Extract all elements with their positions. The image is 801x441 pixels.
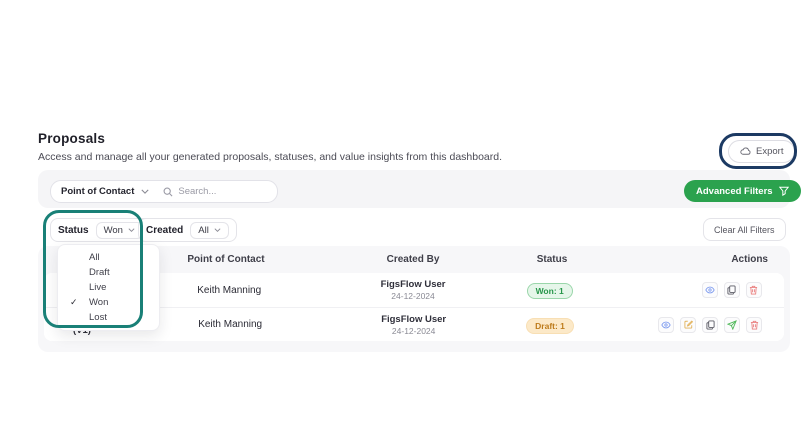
chevron-down-icon	[214, 228, 221, 232]
delete-button[interactable]	[746, 316, 762, 333]
created-filter-label: Created	[146, 224, 184, 236]
filter-funnel-icon	[778, 186, 789, 196]
column-header-created-by: Created By	[386, 254, 440, 265]
point-of-contact: Keith Manning	[197, 284, 262, 296]
export-label: Export	[756, 146, 784, 157]
chevron-down-icon[interactable]	[141, 189, 149, 194]
eye-icon	[705, 286, 715, 294]
created-filter-group: Created All	[138, 218, 237, 242]
export-button[interactable]: Export	[728, 140, 796, 163]
column-header-actions: Actions	[731, 254, 768, 265]
edit-button[interactable]	[680, 316, 696, 333]
view-button[interactable]	[658, 316, 674, 333]
search-icon	[163, 187, 173, 197]
trash-icon	[750, 285, 758, 295]
status-option-live[interactable]: Live	[58, 280, 159, 295]
created-by: FigsFlow User	[381, 313, 447, 325]
page-title: Proposals	[38, 131, 106, 146]
status-value: Won	[103, 224, 123, 236]
copy-button[interactable]	[702, 316, 718, 333]
status-dropdown-menu: All Draft Live ✓ Won Lost	[57, 244, 160, 331]
edit-pencil-icon	[683, 320, 693, 329]
advanced-filters-button[interactable]: Advanced Filters	[684, 180, 801, 202]
contact-filter-dropdown[interactable]: Point of Contact	[61, 186, 134, 197]
advanced-filters-label: Advanced Filters	[696, 185, 773, 197]
status-filter-label: Status	[58, 224, 89, 236]
copy-icon	[705, 320, 715, 329]
created-value-dropdown[interactable]: All	[190, 221, 229, 239]
column-header-status: Status	[536, 254, 568, 265]
cloud-export-icon	[740, 147, 751, 156]
trash-icon	[750, 320, 758, 329]
status-badge: Won: 1	[526, 283, 573, 299]
status-option-won-label: Won	[89, 297, 109, 308]
status-filter-group: Status Won	[50, 218, 151, 242]
send-paper-plane-icon	[727, 319, 737, 330]
status-value-dropdown[interactable]: Won	[95, 221, 143, 239]
copy-icon	[727, 285, 737, 295]
status-option-won[interactable]: ✓ Won	[58, 295, 159, 310]
chevron-down-icon	[128, 228, 135, 232]
page-subtitle: Access and manage all your generated pro…	[38, 151, 503, 163]
status-badge: Draft: 1	[526, 317, 574, 334]
delete-button[interactable]	[745, 282, 762, 298]
created-by: FigsFlow User	[380, 279, 446, 290]
contact-search-combo: Point of Contact	[50, 180, 289, 203]
search-input[interactable]	[178, 186, 289, 197]
status-option-all[interactable]: All	[58, 250, 159, 265]
view-button[interactable]	[701, 282, 718, 298]
created-date: 24-12-2024	[391, 291, 435, 301]
created-date: 24-12-2024	[391, 325, 436, 336]
clear-all-filters-button[interactable]: Clear All Filters	[703, 218, 786, 241]
copy-button[interactable]	[723, 282, 740, 298]
status-option-lost[interactable]: Lost	[58, 310, 159, 325]
send-button[interactable]	[724, 316, 740, 333]
created-value: All	[198, 224, 209, 236]
eye-icon	[661, 321, 671, 328]
status-option-draft[interactable]: Draft	[58, 265, 159, 280]
point-of-contact: Keith Manning	[198, 319, 263, 330]
check-icon: ✓	[70, 297, 78, 307]
